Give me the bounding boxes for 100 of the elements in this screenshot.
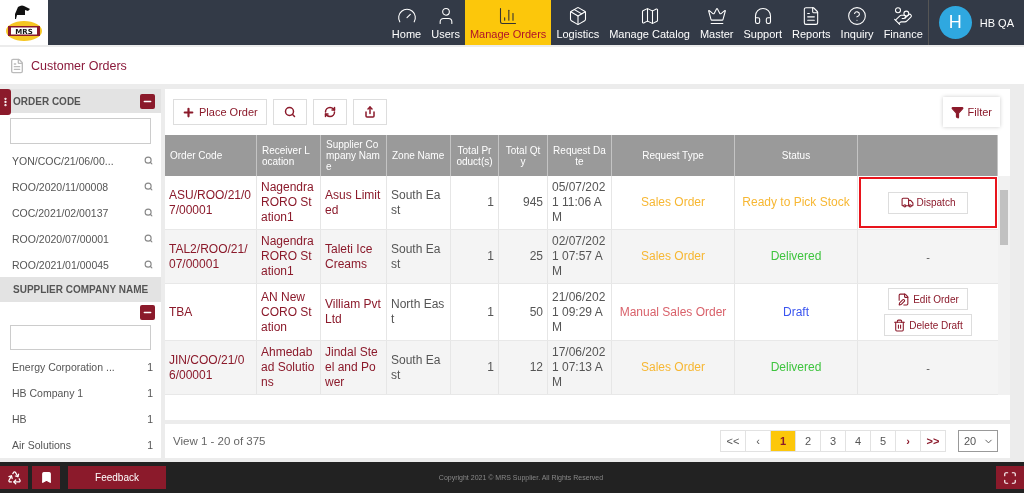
filter-item-label: HB [12, 413, 27, 426]
user-name: HB QA [979, 16, 1014, 29]
search-icon[interactable] [144, 156, 153, 166]
page-button[interactable]: 1 [770, 430, 796, 452]
feedback-button[interactable]: Feedback [68, 466, 166, 489]
search-icon[interactable] [144, 260, 153, 269]
item-count: 1 [147, 387, 153, 400]
empty-value: - [926, 361, 930, 374]
more-icon[interactable] [0, 89, 11, 115]
page-button[interactable]: 3 [820, 430, 846, 452]
table-cell: Nagendra RORO Station1 [257, 176, 321, 229]
search-icon[interactable] [144, 234, 153, 244]
bookmark-icon [39, 471, 53, 484]
filter-item-label: ROO/2021/01/00045 [12, 258, 109, 271]
search-icon[interactable] [144, 208, 153, 218]
nav-item[interactable]: Support [738, 0, 788, 45]
filter-item[interactable]: ROO/2020/07/00001 [0, 225, 161, 252]
nav-item[interactable]: Manage Orders [464, 0, 552, 45]
table-cell: AN New CORO Station [257, 284, 321, 340]
dispatch-button[interactable]: Dispatch [888, 191, 968, 214]
table-cell: 945 [499, 176, 548, 229]
filter-item[interactable]: Energy Corporation ... 1 [0, 354, 161, 381]
section-title: ORDER CODE [13, 95, 81, 107]
table-cell: Manual Sales Order [612, 284, 735, 340]
nav-item[interactable]: Home [386, 0, 427, 45]
page-size-select[interactable]: 20 [958, 430, 998, 452]
table-cell: Draft [735, 284, 858, 340]
table-cell: Ahmedabad Solutions [257, 341, 321, 394]
table-cell: South East [387, 230, 451, 283]
table-cell: Delivered [735, 341, 858, 394]
filter-item[interactable]: HB 1 [0, 406, 161, 433]
filter-item[interactable]: ROO/2020/11/00008 [0, 173, 161, 200]
previous-page-button[interactable]: ‹ [745, 430, 771, 452]
collapse-button[interactable] [140, 304, 155, 320]
search-button[interactable] [272, 99, 307, 125]
table-cell: South East [387, 176, 451, 229]
export-button[interactable] [352, 99, 387, 125]
filter-icon [950, 105, 964, 119]
table-cell: South East [387, 341, 451, 394]
first-page-button[interactable]: << [720, 430, 746, 452]
filter-item-label: YON/COC/21/06/00... [12, 154, 114, 167]
page-button[interactable]: 2 [795, 430, 821, 452]
collapse-button[interactable] [140, 93, 155, 109]
nav-item[interactable]: Finance [878, 0, 928, 45]
nav-item[interactable]: Master [694, 0, 739, 45]
table-cell: JIN/COO/21/06/00001 [165, 341, 257, 394]
edit-icon [897, 292, 911, 306]
table-cell: TAL2/ROO/21/07/00001 [165, 230, 257, 283]
nav-item[interactable]: Logistics [551, 0, 605, 45]
refresh-icon [323, 106, 336, 118]
recycle-button[interactable] [0, 466, 28, 489]
table-cell: 05/07/2021 11:06 AM [548, 176, 612, 229]
crown-icon [706, 5, 727, 26]
next-page-button[interactable]: › [895, 430, 921, 452]
hand-coins-icon [893, 5, 914, 26]
nav-item[interactable]: Reports [787, 0, 836, 45]
map-icon [639, 5, 660, 26]
edit-order-button[interactable]: Edit Order [888, 288, 968, 310]
page-button[interactable]: 4 [845, 430, 871, 452]
page-button[interactable]: 5 [870, 430, 896, 452]
bookmark-button[interactable] [32, 466, 60, 489]
filter-input[interactable] [10, 324, 151, 351]
nav-item[interactable]: Inquiry [835, 0, 879, 45]
table-cell: 25 [499, 230, 548, 283]
page-title: Customer Orders [31, 58, 127, 73]
filter-button[interactable]: Filter [942, 97, 1000, 127]
records-summary: View 1 - 20 of 375 [173, 435, 266, 447]
table-cell: TBA [165, 284, 257, 340]
item-count: 1 [147, 439, 153, 452]
place-order-button[interactable]: Place Order [173, 99, 267, 125]
search-icon[interactable] [144, 182, 153, 192]
refresh-button[interactable] [312, 99, 347, 125]
filter-item[interactable]: YON/COC/21/06/00... [0, 147, 161, 174]
truck-icon [900, 196, 914, 209]
filter-item[interactable]: Air Solutions 1 [0, 432, 161, 459]
headset-icon [752, 5, 773, 26]
filter-input[interactable] [10, 118, 151, 144]
fullscreen-button[interactable] [996, 466, 1024, 489]
item-count: 1 [147, 361, 153, 374]
table-cell: 12 [499, 341, 548, 394]
filter-item[interactable]: HB Company 1 1 [0, 380, 161, 407]
table-cell: Jindal Steel and Power [321, 341, 387, 394]
table-cell: Ready to Pick Stock [735, 176, 858, 229]
filter-item[interactable]: COC/2021/02/00137 [0, 199, 161, 226]
scrollbar[interactable] [998, 176, 1010, 395]
table-cell: 1 [451, 230, 499, 283]
delete-draft-button[interactable]: Delete Draft [884, 314, 972, 336]
filter-item[interactable]: ROO/2021/01/00045 [0, 251, 161, 278]
trash-icon [893, 318, 907, 332]
filter-item-label: ROO/2020/11/00008 [12, 180, 109, 193]
table-cell: 1 [451, 284, 499, 340]
table-cell: Sales Order [612, 341, 735, 394]
section-title: SUPPLIER COMPANY NAME [13, 284, 149, 296]
table-cell: 17/06/2021 07:13 AM [548, 341, 612, 394]
plus-icon [182, 105, 195, 119]
filter-item-label: COC/2021/02/00137 [12, 206, 109, 219]
nav-item[interactable]: Manage Catalog [604, 0, 695, 45]
filter-item-label: Air Solutions [12, 439, 71, 452]
last-page-button[interactable]: >> [920, 430, 946, 452]
nav-item[interactable]: Users [426, 0, 465, 45]
